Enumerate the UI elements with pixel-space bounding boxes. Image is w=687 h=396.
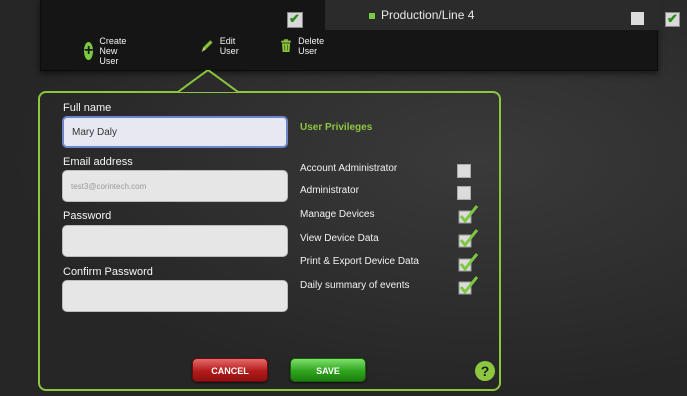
create-user-button[interactable]: + Create New User: [84, 36, 135, 66]
email-label: Email address: [63, 156, 133, 168]
delete-user-label: Delete User: [298, 36, 325, 56]
privilege-label-view-data: View Device Data: [300, 233, 379, 244]
row-checkbox[interactable]: ✔: [287, 11, 303, 28]
full-name-input[interactable]: [62, 116, 288, 148]
full-name-label: Full name: [63, 102, 112, 114]
help-icon[interactable]: ?: [475, 361, 495, 381]
privilege-checkbox-daily-summary[interactable]: [458, 274, 480, 296]
create-user-label: Create New User: [99, 36, 127, 66]
privilege-label-admin: Administrator: [300, 185, 359, 196]
privilege-label-account-admin: Account Administrator: [300, 163, 398, 174]
privilege-checkbox-admin[interactable]: [457, 186, 471, 200]
privilege-checkbox-print-export[interactable]: [458, 251, 480, 273]
production-line-label: Production/Line 4: [381, 8, 475, 22]
password-label: Password: [63, 210, 112, 222]
delete-user-button[interactable]: Delete User: [280, 36, 330, 56]
panel-pointer: [178, 70, 238, 93]
cancel-button[interactable]: CANCEL: [192, 358, 268, 382]
trash-icon: [281, 39, 291, 53]
plus-circle-icon: +: [84, 42, 94, 60]
checkmark-icon: ✔: [289, 11, 300, 26]
email-input[interactable]: [62, 170, 288, 202]
privilege-checkbox-account-admin[interactable]: [457, 164, 471, 178]
edit-user-label: Edit User: [219, 36, 239, 56]
green-square-icon: [369, 13, 375, 19]
production-line-row[interactable]: Production/Line 4 ✔: [325, 0, 680, 30]
confirm-password-label: Confirm Password: [63, 266, 153, 278]
privilege-checkbox-manage-devices[interactable]: [458, 203, 480, 225]
confirm-password-input[interactable]: [62, 280, 288, 312]
privilege-label-print-export: Print & Export Device Data: [300, 256, 419, 267]
password-input[interactable]: [62, 225, 288, 257]
privilege-checkbox-view-data[interactable]: [458, 227, 480, 249]
privilege-label-daily-summary: Daily summary of events: [300, 280, 410, 291]
row-checkbox-empty[interactable]: [631, 12, 644, 25]
save-button[interactable]: SAVE: [290, 358, 366, 382]
user-privileges-title: User Privileges: [300, 122, 373, 133]
row-checkbox-checked[interactable]: ✔: [665, 11, 680, 27]
privilege-label-manage-devices: Manage Devices: [300, 209, 375, 220]
edit-user-button[interactable]: Edit User: [200, 36, 245, 56]
checkmark-icon: ✔: [667, 11, 678, 26]
pencil-icon: [201, 40, 213, 53]
